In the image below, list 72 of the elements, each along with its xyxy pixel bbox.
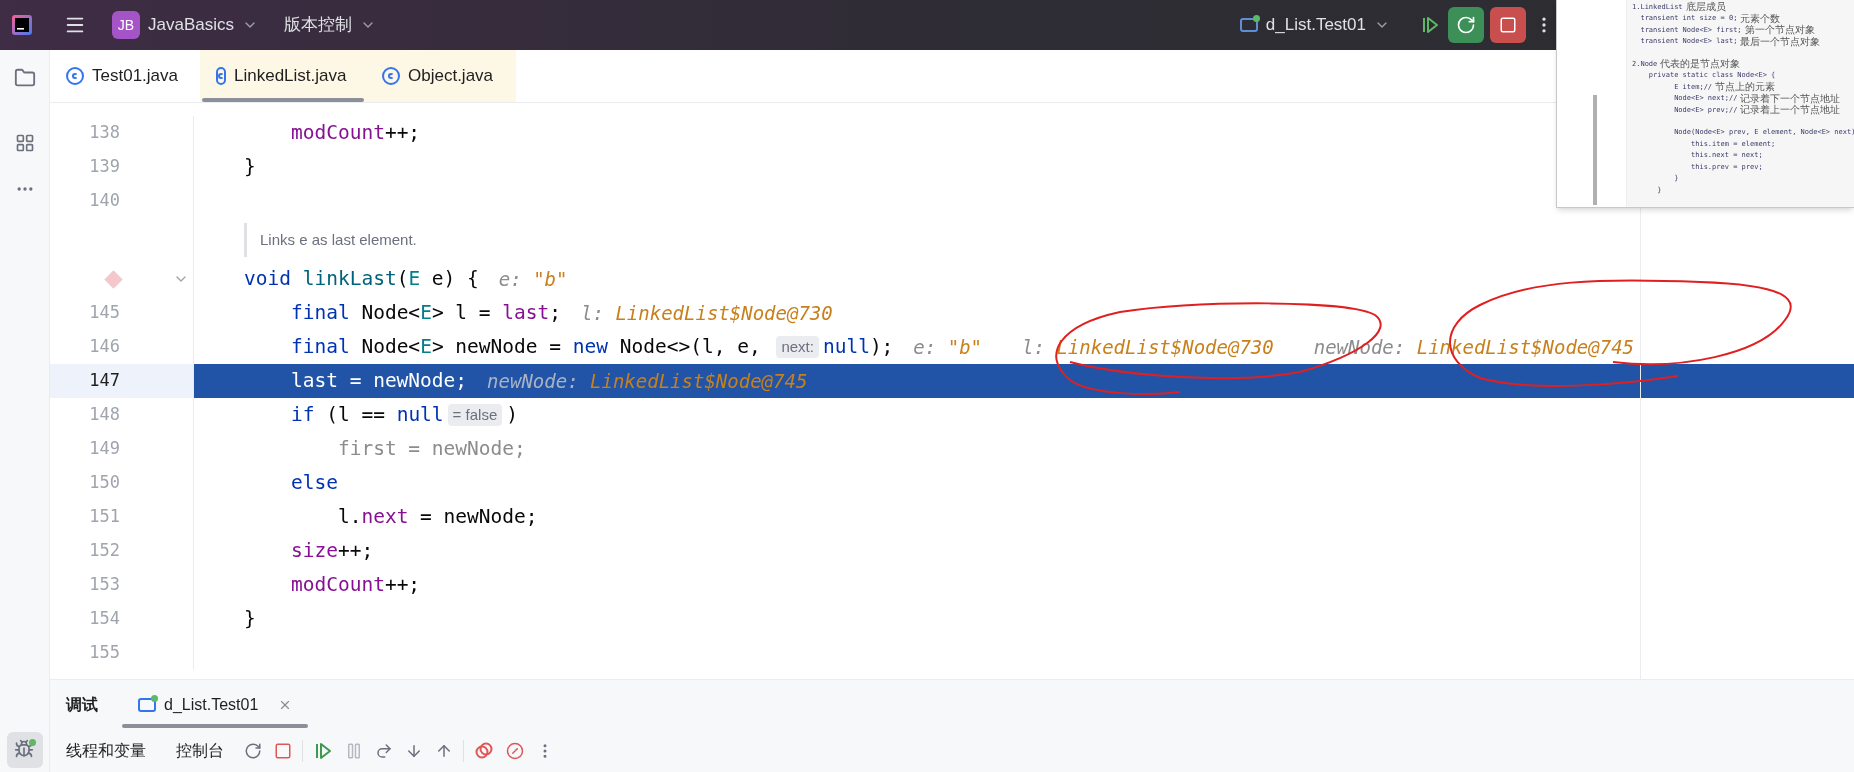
panel-title: 调试	[64, 695, 99, 716]
project-folder-icon[interactable]	[13, 67, 36, 89]
code-text: l.next = newNode;	[336, 504, 538, 531]
class-icon	[382, 67, 400, 85]
run-window-icon	[1239, 18, 1258, 32]
vcs-menu[interactable]: 版本控制	[284, 12, 376, 38]
code-text: first = newNode;	[336, 436, 526, 463]
line-number: 151	[89, 505, 120, 529]
code-text: modCount++;	[289, 120, 421, 147]
run-window-icon	[138, 698, 156, 713]
resume-icon[interactable]	[1420, 15, 1440, 35]
editor-tab[interactable]: LinkedList.java	[200, 50, 366, 102]
code-text: }	[244, 154, 256, 181]
debug-tool-button[interactable]	[6, 732, 43, 768]
resume-icon[interactable]	[313, 741, 333, 762]
stop-icon[interactable]	[274, 742, 292, 761]
line-number: 140	[89, 189, 120, 213]
debug-session-tab[interactable]: d_List.Test01	[122, 680, 309, 731]
code-comment: 节点上的元素	[1715, 81, 1776, 93]
code-text: if (l == null	[289, 402, 444, 429]
line-number: 139	[89, 155, 120, 179]
code-text: final Node<E> newNode = new Node<>(l, e,	[289, 334, 762, 361]
debug-value-hint: l: LinkedList$Node@730	[581, 300, 833, 326]
line-number: 146	[89, 335, 120, 359]
code-comment: 第一个节点对象	[1744, 24, 1815, 36]
code-text: last = newNode;	[289, 368, 468, 395]
code-comment: 记录着下一个节点地址	[1740, 92, 1841, 104]
rerun-icon[interactable]	[244, 742, 262, 761]
code-text: modCount++;	[289, 572, 421, 599]
code-comment: 记录着上一个节点地址	[1740, 104, 1841, 116]
stop-icon	[1499, 16, 1517, 34]
line-number: 145	[89, 301, 120, 325]
line-number: 148	[89, 403, 120, 427]
stop-button[interactable]	[1490, 7, 1526, 43]
line-number: 138	[89, 121, 120, 145]
code-text: size++;	[289, 538, 374, 565]
code-comment: 元素个数	[1740, 12, 1781, 24]
code-text: void linkLast(E e) {	[244, 266, 479, 293]
code-comment: 底层成员	[1685, 1, 1726, 13]
code-text: final Node<E> l = last;	[289, 300, 562, 327]
class-icon	[66, 67, 84, 85]
doc-comment: Links e as last element.	[260, 229, 417, 250]
debug-value-hint: newNode: LinkedList$Node@745	[487, 368, 808, 394]
mute-breakpoints-icon[interactable]	[506, 742, 524, 761]
project-selector[interactable]: JB JavaBasics	[112, 11, 258, 39]
editor-tab[interactable]: Object.java	[366, 50, 516, 102]
panel-view-tab[interactable]: 线程和变量	[66, 739, 146, 764]
structure-icon[interactable]	[14, 133, 35, 153]
code-text: null);	[822, 334, 894, 361]
line-number: 150	[89, 471, 120, 495]
line-number: 154	[89, 607, 120, 631]
run-config-selector[interactable]: d_List.Test01	[1239, 12, 1390, 38]
code-text: )	[506, 402, 518, 429]
rerun-icon	[1456, 15, 1476, 35]
parameter-hint: = false	[447, 404, 503, 426]
parameter-hint: next:	[776, 336, 819, 358]
line-number: 152	[89, 539, 120, 563]
line-number: 147	[89, 369, 120, 393]
code-text: else	[289, 470, 338, 497]
code-comment: 最后一个节点对象	[1740, 35, 1821, 47]
class-icon	[216, 67, 226, 85]
step-over-icon[interactable]	[375, 742, 393, 761]
code-comment: 代表的是节点对象	[1660, 58, 1741, 70]
panel-view-tab[interactable]: 控制台	[176, 739, 224, 764]
debug-value-hint: e: "b"	[498, 266, 568, 292]
line-number: 153	[89, 573, 120, 597]
debug-value-hint: e: "b"	[913, 334, 983, 360]
line-number: 155	[89, 641, 120, 665]
app-logo-icon[interactable]	[12, 15, 32, 35]
code-text: }	[244, 606, 256, 633]
rerun-button[interactable]	[1448, 7, 1484, 43]
line-number: 149	[89, 437, 120, 461]
